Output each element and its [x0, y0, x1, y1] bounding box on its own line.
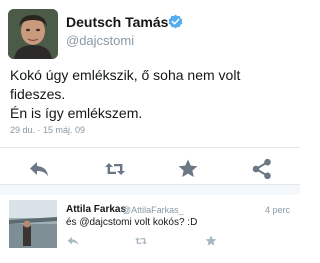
reply-tweet: Attila Farkas @AttilaFarkas_ 4 perc és @…: [0, 195, 300, 263]
author-name[interactable]: Deutsch Tamás: [66, 14, 168, 30]
reply-timestamp[interactable]: 4 perc: [265, 205, 290, 215]
tweet-actions: [0, 157, 300, 183]
favorite-icon[interactable]: [204, 234, 218, 248]
reply-text: és @dajcstomi volt kokós? :D: [66, 217, 198, 228]
reply-author-handle[interactable]: @AttilaFarkas_: [122, 205, 184, 215]
author-handle[interactable]: @dajcstomi: [66, 33, 134, 48]
retweet-icon[interactable]: [103, 157, 127, 181]
reply-icon[interactable]: [66, 234, 80, 248]
tweet-text-line: fideszes.: [10, 86, 66, 102]
section-gap: [0, 185, 300, 195]
share-icon[interactable]: [250, 157, 274, 181]
reply-icon[interactable]: [27, 157, 51, 181]
verified-badge-icon: [168, 14, 183, 29]
tweet-text-line: Én is így emlékszem.: [10, 105, 143, 121]
tweet-text: Kokó úgy emlékszik, ő soha nem volt fide…: [10, 66, 295, 123]
reply-actions: [0, 234, 300, 250]
divider: [0, 147, 300, 148]
reply-author-name[interactable]: Attila Farkas: [66, 204, 126, 215]
favorite-icon[interactable]: [176, 157, 200, 181]
author-avatar[interactable]: [8, 9, 58, 59]
main-tweet: Deutsch Tamás @dajcstomi Kokó úgy emléks…: [0, 0, 300, 185]
tweet-timestamp[interactable]: 29 du. · 15 máj. 09: [10, 125, 85, 135]
retweet-icon[interactable]: [134, 234, 148, 248]
tweet-text-line: Kokó úgy emlékszik, ő soha nem volt: [10, 67, 241, 83]
